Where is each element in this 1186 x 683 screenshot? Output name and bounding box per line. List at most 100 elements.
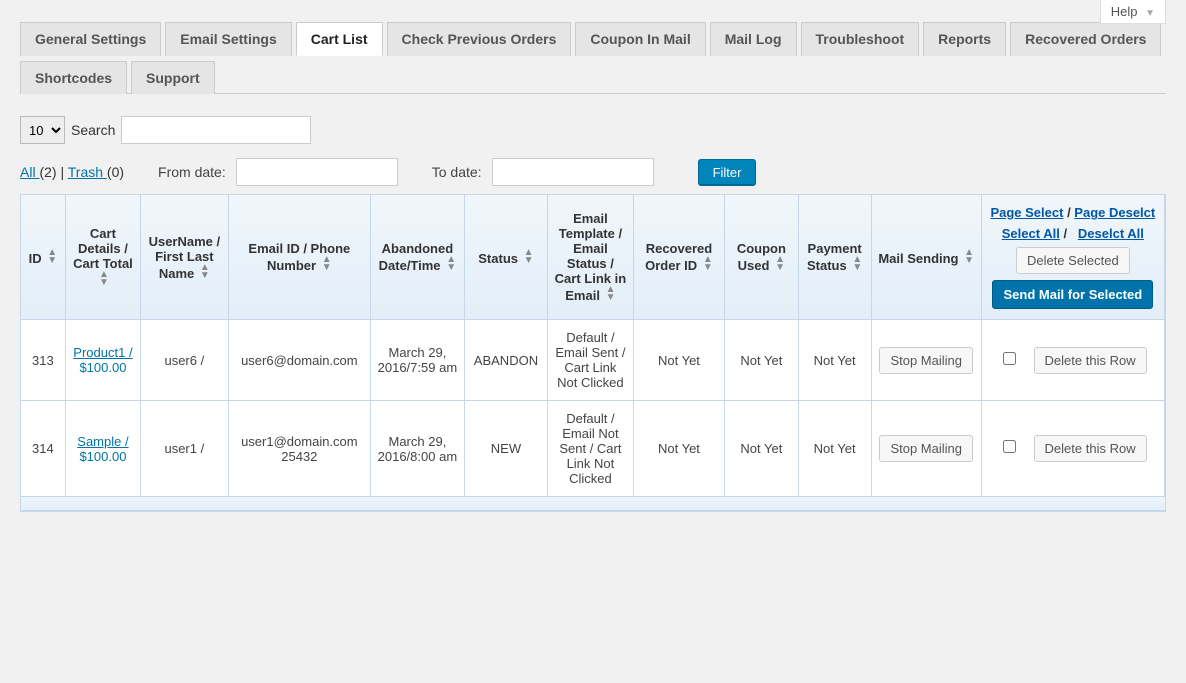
from-date-input[interactable] — [236, 158, 398, 186]
filter-all-link[interactable]: All — [20, 164, 39, 180]
sort-icon — [446, 256, 456, 272]
delete-row-button[interactable]: Delete this Row — [1034, 435, 1147, 462]
search-input[interactable] — [121, 116, 311, 144]
tab-recovered-orders[interactable]: Recovered Orders — [1010, 22, 1161, 56]
filter-separator: | — [60, 164, 67, 180]
stop-mailing-button[interactable]: Stop Mailing — [879, 435, 973, 462]
tab-mail-log[interactable]: Mail Log — [710, 22, 797, 56]
tab-coupon-in-mail[interactable]: Coupon In Mail — [575, 22, 705, 56]
th-recovered[interactable]: Recovered Order ID — [634, 195, 726, 320]
cart-list-table: ID Cart Details / Cart Total UserName / … — [20, 194, 1166, 512]
cell-id: 314 — [21, 401, 66, 497]
tab-bar: General Settings Email Settings Cart Lis… — [20, 22, 1166, 94]
delete-selected-button[interactable]: Delete Selected — [1016, 247, 1130, 274]
cell-payment: Not Yet — [799, 401, 872, 497]
cell-actions: Delete this Row — [982, 320, 1165, 401]
from-date-label: From date: — [158, 164, 226, 180]
cell-coupon: Not Yet — [725, 401, 798, 497]
to-date-label: To date: — [432, 164, 482, 180]
tab-email-settings[interactable]: Email Settings — [165, 22, 291, 56]
filter-trash-link[interactable]: Trash — [68, 164, 107, 180]
cell-date: March 29, 2016/7:59 am — [371, 320, 465, 401]
cart-total: $100.00 — [79, 449, 126, 464]
cell-id: 313 — [21, 320, 66, 401]
sort-icon — [200, 264, 210, 280]
cell-template: Default / Email Sent / Cart Link Not Cli… — [548, 320, 633, 401]
cell-mail: Stop Mailing — [872, 320, 982, 401]
th-id[interactable]: ID — [21, 195, 66, 320]
th-email-label: Email ID / Phone Number — [248, 241, 350, 273]
cell-email: user6@domain.com — [229, 320, 371, 401]
table-footer-bar — [21, 497, 1165, 511]
th-user[interactable]: UserName / First Last Name — [141, 195, 229, 320]
row-select-checkbox[interactable] — [1003, 440, 1016, 453]
cell-status: ABANDON — [465, 320, 548, 401]
to-date-input[interactable] — [492, 158, 654, 186]
tab-shortcodes[interactable]: Shortcodes — [20, 61, 127, 94]
th-date-label: Abandoned Date/Time — [379, 241, 454, 273]
help-tab[interactable]: Help ▼ — [1100, 0, 1166, 24]
th-status[interactable]: Status — [465, 195, 548, 320]
cell-recovered: Not Yet — [634, 401, 726, 497]
tab-check-previous-orders[interactable]: Check Previous Orders — [387, 22, 572, 56]
cell-user: user1 / — [141, 401, 229, 497]
tab-support[interactable]: Support — [131, 61, 215, 94]
delete-row-button[interactable]: Delete this Row — [1034, 347, 1147, 374]
sort-icon — [99, 271, 109, 287]
cell-coupon: Not Yet — [725, 320, 798, 401]
filter-trash-count: (0) — [107, 164, 124, 180]
th-template[interactable]: Email Template / Email Status / Cart Lin… — [548, 195, 633, 320]
filter-button[interactable]: Filter — [698, 159, 757, 186]
page-deselect-link[interactable]: Page Deselct — [1074, 205, 1155, 220]
help-label: Help — [1111, 4, 1138, 19]
cell-actions: Delete this Row — [982, 401, 1165, 497]
tab-general-settings[interactable]: General Settings — [20, 22, 161, 56]
th-cart[interactable]: Cart Details / Cart Total — [66, 195, 141, 320]
cell-recovered: Not Yet — [634, 320, 726, 401]
search-label: Search — [71, 122, 115, 138]
th-id-label: ID — [29, 251, 42, 266]
sort-icon — [606, 286, 616, 302]
table-row: 314 Sample / $100.00 user1 / user1@domai… — [21, 401, 1165, 497]
tab-reports[interactable]: Reports — [923, 22, 1006, 56]
th-actions: Page Select / Page Deselct Select All / … — [982, 195, 1165, 320]
cell-cart: Sample / $100.00 — [66, 401, 141, 497]
cell-status: NEW — [465, 401, 548, 497]
sort-icon — [775, 256, 785, 272]
product-link[interactable]: Sample / — [77, 434, 128, 449]
th-coupon[interactable]: Coupon Used — [725, 195, 798, 320]
cell-payment: Not Yet — [799, 320, 872, 401]
product-link[interactable]: Product1 / — [73, 345, 132, 360]
tab-cart-list[interactable]: Cart List — [296, 22, 383, 56]
th-mail-label: Mail Sending — [878, 251, 958, 266]
th-cart-label: Cart Details / Cart Total — [73, 226, 133, 271]
send-mail-selected-button[interactable]: Send Mail for Selected — [992, 280, 1153, 309]
th-status-label: Status — [478, 251, 518, 266]
sort-icon — [703, 256, 713, 272]
th-email[interactable]: Email ID / Phone Number — [229, 195, 371, 320]
th-payment[interactable]: Payment Status — [799, 195, 872, 320]
row-select-checkbox[interactable] — [1003, 352, 1016, 365]
cell-email: user1@domain.com 25432 — [229, 401, 371, 497]
table-row: 313 Product1 / $100.00 user6 / user6@dom… — [21, 320, 1165, 401]
page-size-select[interactable]: 10 — [20, 116, 65, 144]
cart-total: $100.00 — [79, 360, 126, 375]
deselect-all-link[interactable]: Deselct All — [1078, 226, 1144, 241]
tab-troubleshoot[interactable]: Troubleshoot — [801, 22, 920, 56]
filter-all-count: (2) — [39, 164, 56, 180]
cell-cart: Product1 / $100.00 — [66, 320, 141, 401]
sort-icon — [524, 249, 534, 265]
sort-icon — [47, 249, 57, 265]
th-mail-sending[interactable]: Mail Sending — [872, 195, 982, 320]
stop-mailing-button[interactable]: Stop Mailing — [879, 347, 973, 374]
sort-icon — [852, 256, 862, 272]
chevron-down-icon: ▼ — [1145, 8, 1155, 19]
cell-date: March 29, 2016/8:00 am — [371, 401, 465, 497]
select-all-link[interactable]: Select All — [1002, 226, 1060, 241]
page-select-link[interactable]: Page Select — [990, 205, 1063, 220]
sort-icon — [322, 256, 332, 272]
cell-template: Default / Email Not Sent / Cart Link Not… — [548, 401, 633, 497]
cell-user: user6 / — [141, 320, 229, 401]
th-date[interactable]: Abandoned Date/Time — [371, 195, 465, 320]
cell-mail: Stop Mailing — [872, 401, 982, 497]
